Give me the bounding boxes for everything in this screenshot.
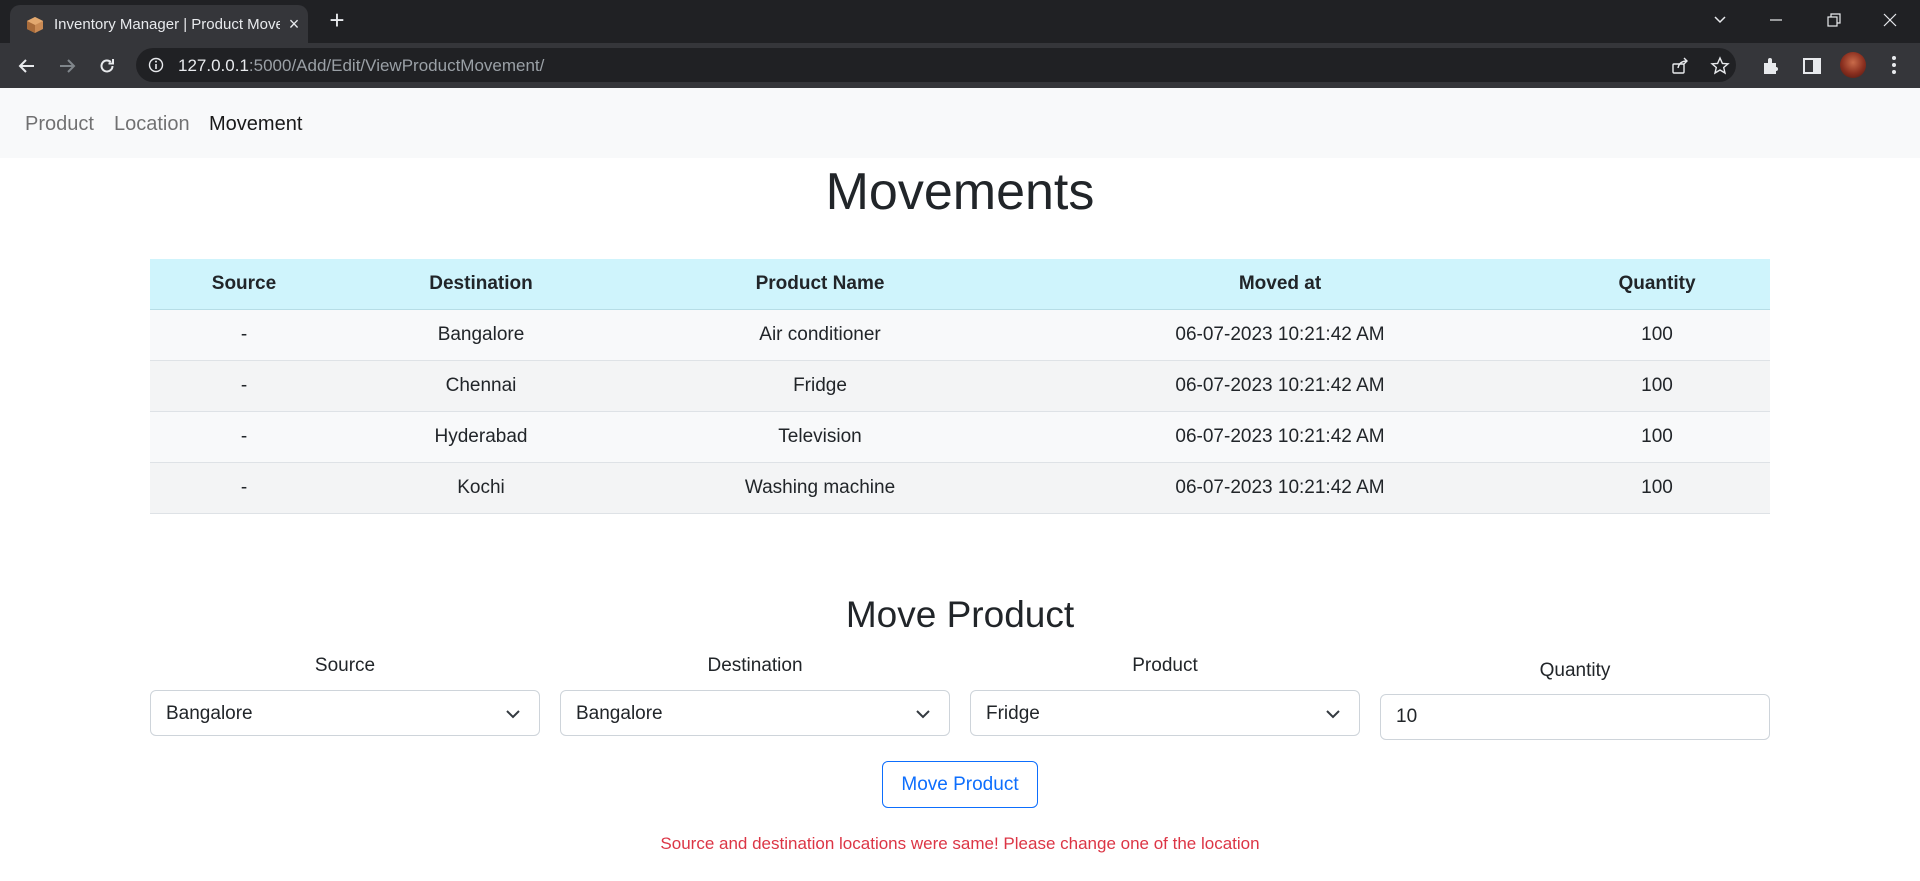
profile-avatar[interactable] bbox=[1840, 52, 1866, 78]
cell-moved-at: 06-07-2023 10:21:42 AM bbox=[1016, 462, 1544, 514]
quantity-label: Quantity bbox=[1539, 660, 1611, 681]
cell-destination: Kochi bbox=[338, 462, 624, 514]
movements-table: Source Destination Product Name Moved at… bbox=[150, 259, 1770, 514]
nav-link-product[interactable]: Product bbox=[25, 113, 94, 136]
extensions-icon[interactable] bbox=[1760, 55, 1782, 77]
cell-moved-at: 06-07-2023 10:21:42 AM bbox=[1016, 360, 1544, 412]
reload-icon[interactable] bbox=[94, 53, 120, 79]
chevron-down-icon bbox=[1326, 710, 1340, 719]
cell-source: - bbox=[150, 360, 338, 412]
column-header-source: Source bbox=[150, 259, 338, 310]
column-header-quantity: Quantity bbox=[1544, 259, 1770, 310]
table-row: - Chennai Fridge 06-07-2023 10:21:42 AM … bbox=[150, 360, 1770, 412]
menu-icon[interactable] bbox=[1888, 54, 1900, 76]
url-host: 127.0.0.1 bbox=[178, 56, 249, 75]
form-title: Move Product bbox=[845, 594, 1075, 635]
address-bar[interactable]: 127.0.0.1:5000/Add/Edit/ViewProductMovem… bbox=[136, 48, 1736, 82]
destination-select-value: Bangalore bbox=[576, 703, 663, 724]
page-title: Movements bbox=[825, 163, 1095, 221]
url-text: 127.0.0.1:5000/Add/Edit/ViewProductMovem… bbox=[178, 56, 544, 76]
destination-label: Destination bbox=[707, 655, 803, 676]
source-select[interactable]: Bangalore bbox=[150, 690, 540, 736]
forward-arrow-icon[interactable] bbox=[54, 53, 80, 79]
column-header-moved-at: Moved at bbox=[1016, 259, 1544, 310]
table-row: - Hyderabad Television 06-07-2023 10:21:… bbox=[150, 411, 1770, 463]
cell-source: - bbox=[150, 411, 338, 463]
browser-toolbar: 127.0.0.1:5000/Add/Edit/ViewProductMovem… bbox=[0, 43, 1920, 88]
package-icon bbox=[27, 17, 43, 33]
minimize-icon[interactable] bbox=[1756, 6, 1796, 34]
cell-source: - bbox=[150, 462, 338, 514]
new-tab-button[interactable]: + bbox=[326, 7, 348, 33]
share-icon[interactable] bbox=[1670, 56, 1690, 76]
browser-tab[interactable]: Inventory Manager | Product Movement × bbox=[10, 5, 308, 43]
cell-moved-at: 06-07-2023 10:21:42 AM bbox=[1016, 411, 1544, 463]
cell-quantity: 100 bbox=[1544, 462, 1770, 514]
cell-quantity: 100 bbox=[1544, 360, 1770, 412]
source-select-value: Bangalore bbox=[166, 703, 253, 724]
browser-tab-strip: Inventory Manager | Product Movement × + bbox=[0, 0, 1920, 43]
cell-quantity: 100 bbox=[1544, 411, 1770, 463]
error-message: Source and destination locations were sa… bbox=[660, 834, 1260, 853]
star-icon[interactable] bbox=[1710, 56, 1730, 76]
cell-destination: Bangalore bbox=[338, 309, 624, 361]
chevron-down-icon bbox=[916, 710, 930, 719]
nav-link-movement[interactable]: Movement bbox=[209, 113, 302, 136]
column-header-product-name: Product Name bbox=[624, 259, 1016, 310]
product-label: Product bbox=[1132, 655, 1198, 676]
tab-search-icon[interactable] bbox=[1700, 6, 1740, 34]
table-header-row: Source Destination Product Name Moved at… bbox=[150, 259, 1770, 310]
cell-quantity: 100 bbox=[1544, 309, 1770, 361]
cell-destination: Hyderabad bbox=[338, 411, 624, 463]
source-label: Source bbox=[314, 655, 376, 676]
cell-moved-at: 06-07-2023 10:21:42 AM bbox=[1016, 309, 1544, 361]
app-navbar: Product Location Movement bbox=[0, 88, 1920, 158]
product-select-value: Fridge bbox=[986, 703, 1040, 724]
info-icon[interactable] bbox=[148, 57, 164, 73]
column-header-destination: Destination bbox=[338, 259, 624, 310]
restore-icon[interactable] bbox=[1814, 6, 1854, 34]
nav-link-location[interactable]: Location bbox=[114, 113, 190, 136]
cell-product: Fridge bbox=[624, 360, 1016, 412]
quantity-input[interactable] bbox=[1380, 694, 1770, 740]
cell-source: - bbox=[150, 309, 338, 361]
move-product-button[interactable]: Move Product bbox=[882, 761, 1038, 808]
table-row: - Kochi Washing machine 06-07-2023 10:21… bbox=[150, 462, 1770, 514]
cell-product: Washing machine bbox=[624, 462, 1016, 514]
back-arrow-icon[interactable] bbox=[14, 53, 40, 79]
url-path: :5000/Add/Edit/ViewProductMovement/ bbox=[248, 56, 545, 75]
cell-product: Air conditioner bbox=[624, 309, 1016, 361]
chevron-down-icon bbox=[506, 710, 520, 719]
product-select[interactable]: Fridge bbox=[970, 690, 1360, 736]
cell-product: Television bbox=[624, 411, 1016, 463]
close-window-icon[interactable] bbox=[1870, 6, 1910, 34]
sidepanel-icon[interactable] bbox=[1801, 55, 1823, 77]
destination-select[interactable]: Bangalore bbox=[560, 690, 950, 736]
table-row: - Bangalore Air conditioner 06-07-2023 1… bbox=[150, 309, 1770, 361]
tab-title: Inventory Manager | Product Movement bbox=[54, 16, 280, 33]
cell-destination: Chennai bbox=[338, 360, 624, 412]
tab-close-icon[interactable]: × bbox=[284, 14, 304, 34]
